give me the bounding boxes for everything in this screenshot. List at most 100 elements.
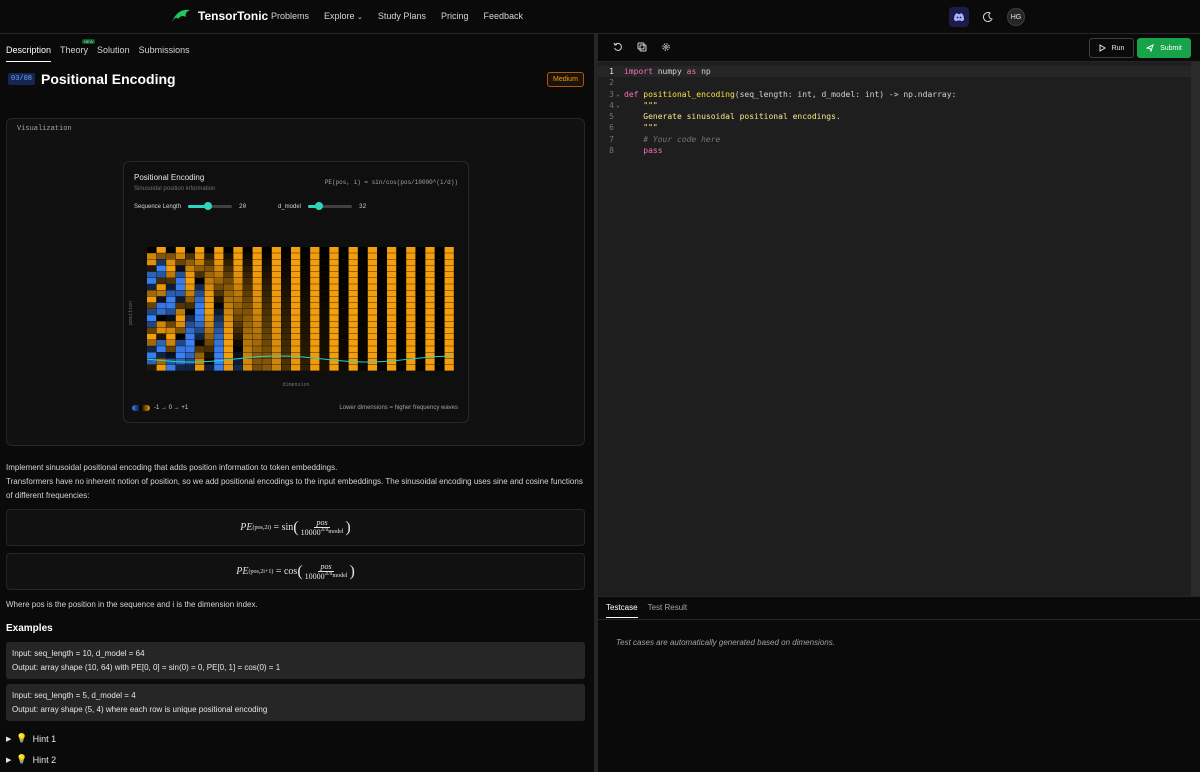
submit-button[interactable]: Submit	[1137, 38, 1191, 58]
heatmap-cell	[185, 352, 195, 359]
heatmap-cell	[339, 333, 349, 340]
heatmap-cell	[291, 321, 301, 328]
tab-description[interactable]: Description	[6, 45, 52, 62]
code-editor[interactable]: 1 import numpy as np 2 3 ⌄ def positional_e…	[598, 62, 1200, 596]
heatmap-cell	[185, 327, 195, 334]
tab-test-result[interactable]: Test Result	[648, 603, 688, 618]
heatmap-cell	[444, 247, 454, 253]
reset-icon[interactable]	[613, 42, 623, 52]
code-token: np	[696, 67, 711, 76]
heatmap-cell	[233, 315, 243, 321]
moon-icon[interactable]	[983, 12, 993, 22]
heatmap-cell	[156, 290, 166, 297]
heatmap-cell	[262, 321, 272, 328]
code-text: # Your code here	[624, 135, 721, 144]
gear-icon[interactable]	[661, 42, 671, 52]
fold-icon[interactable]: ⌄	[616, 102, 624, 109]
heatmap-cell	[175, 296, 185, 303]
heatmap-cell	[339, 327, 349, 334]
heatmap-cell	[348, 296, 358, 303]
heatmap-cell	[300, 265, 310, 272]
heatmap-cell	[271, 346, 281, 352]
heatmap-cell	[415, 364, 425, 371]
heatmap-cell	[310, 271, 320, 278]
heatmap-cell	[300, 253, 310, 259]
heatmap-cell	[252, 333, 262, 340]
user-avatar[interactable]: HG	[1007, 8, 1025, 26]
nav-study-plans[interactable]: Study Plans	[378, 11, 426, 21]
heatmap-cell	[195, 333, 205, 340]
copy-icon[interactable]	[637, 42, 647, 52]
sequence-length-control: Sequence Length 20	[134, 202, 246, 210]
heatmap-cell	[358, 278, 368, 284]
heatmap-cell	[262, 346, 272, 352]
nav-pricing[interactable]: Pricing	[441, 11, 469, 21]
code-text: Generate sinusoidal positional encodings…	[624, 112, 841, 121]
heatmap-cell	[243, 302, 253, 309]
heatmap-cell	[415, 265, 425, 272]
heatmap-cell	[271, 278, 281, 284]
heatmap-cell	[271, 321, 281, 328]
heatmap-cell	[262, 358, 272, 365]
hint-1[interactable]: ▶ 💡 Hint 1	[6, 733, 56, 744]
heatmap-cell	[415, 290, 425, 297]
dmodel-knob[interactable]	[315, 202, 324, 210]
heatmap-cell	[175, 321, 185, 328]
legend-text: -1 → 0 → +1	[154, 405, 189, 411]
editor-toolbar: Run Submit	[598, 34, 1200, 62]
heatmap-cell	[387, 278, 397, 284]
heatmap-cell	[415, 278, 425, 284]
heatmap-cell	[329, 352, 339, 359]
sequence-length-slider[interactable]	[188, 202, 233, 210]
nav-explore[interactable]: Explore ⌄	[324, 11, 363, 21]
sequence-length-knob[interactable]	[203, 202, 212, 210]
editor-scrollbar[interactable]	[1191, 62, 1200, 596]
tab-testcase[interactable]: Testcase	[606, 603, 638, 618]
fold-icon[interactable]: ⌄	[616, 91, 624, 98]
heatmap-cell	[233, 278, 243, 284]
heatmap-cell	[166, 333, 176, 340]
tab-submissions[interactable]: Submissions	[139, 45, 190, 62]
heatmap-cell	[435, 247, 445, 253]
heatmap-cell	[396, 259, 406, 266]
heatmap-cell	[175, 364, 185, 371]
heatmap-cell	[319, 333, 329, 340]
logo[interactable]: TensorTonic	[170, 8, 268, 24]
tab-solution[interactable]: Solution	[97, 45, 130, 62]
dmodel-slider[interactable]	[308, 202, 353, 210]
heatmap-cell	[435, 340, 445, 346]
heatmap-cell	[310, 290, 320, 297]
code-line: 4 ⌄ """	[598, 100, 1200, 111]
heatmap-cell	[243, 271, 253, 278]
tab-theory[interactable]: Theory NEW	[60, 39, 96, 62]
heatmap-cell	[348, 302, 358, 309]
heatmap-cell	[329, 296, 339, 303]
heatmap-cell	[339, 302, 349, 309]
heatmap-cell	[300, 296, 310, 303]
heatmap-cell	[214, 302, 224, 309]
heatmap-cell	[415, 253, 425, 259]
heatmap-cell	[185, 340, 195, 346]
heatmap-cell	[358, 265, 368, 272]
heatmap-cell	[214, 253, 224, 259]
heatmap-cell	[415, 340, 425, 346]
hint-2[interactable]: ▶ 💡 Hint 2	[6, 754, 56, 765]
heatmap-cell	[175, 340, 185, 346]
heatmap-cell	[358, 352, 368, 359]
heatmap-cell	[387, 327, 397, 334]
heatmap-cell	[348, 315, 358, 321]
run-button[interactable]: Run	[1089, 38, 1134, 58]
heatmap-cell	[406, 315, 416, 321]
heatmap-cell	[319, 278, 329, 284]
heatmap-cell	[243, 346, 253, 352]
discord-button[interactable]	[949, 7, 969, 27]
heatmap-cell	[223, 290, 233, 297]
heatmap-cell	[185, 364, 195, 371]
nav-feedback[interactable]: Feedback	[483, 11, 523, 21]
heatmap-cell	[387, 302, 397, 309]
heatmap-cell	[175, 290, 185, 297]
nav-problems[interactable]: Problems	[271, 11, 309, 21]
heatmap-cell	[406, 259, 416, 266]
heatmap-cell	[252, 271, 262, 278]
heatmap-cell	[329, 253, 339, 259]
